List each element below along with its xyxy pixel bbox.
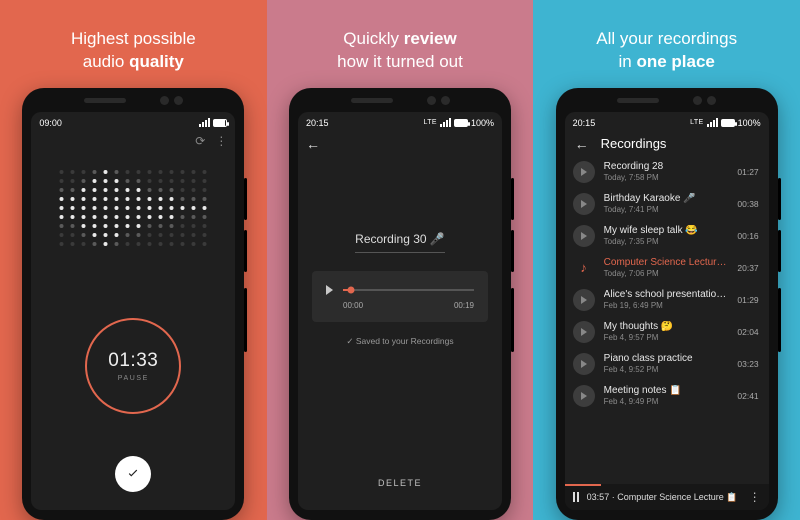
panel3-caption: All your recordings in one place [596,28,737,74]
pause-icon[interactable] [573,492,579,502]
battery-icon [454,119,468,127]
overflow-icon[interactable]: ⋮ [749,495,761,500]
list-item[interactable]: ♪ Computer Science Lecture 📋Today, 7:06 P… [565,252,769,284]
recording-subtitle: Today, 7:41 PM [604,205,729,214]
list-item[interactable]: Birthday Karaoke 🎤Today, 7:41 PM 00:38 [565,188,769,220]
screen-review: 20:15 LTE 100% ← Recording 30 🎤 [298,112,502,510]
play-icon[interactable] [573,385,595,407]
status-time: 09:00 [39,118,62,128]
record-timer-ring[interactable]: 01:33 PAUSE [85,318,181,414]
battery-icon [213,119,227,127]
recording-title: My thoughts 🤔 [604,321,729,332]
recording-duration: 00:38 [737,199,758,209]
recording-title: Recording 28 [604,161,729,172]
play-icon[interactable] [573,161,595,183]
status-bar: 20:15 LTE 100% [565,112,769,130]
play-icon[interactable] [573,225,595,247]
lte-label: LTE [690,119,704,126]
menu-icon[interactable]: ⋮ [215,134,227,148]
panel2-caption: Quickly review how it turned out [337,28,463,74]
phone-frame: 09:00 ⟳ ⋮ 01:33 PAUSE [22,88,244,520]
status-time: 20:15 [573,118,596,128]
recording-subtitle: Feb 4, 9:49 PM [604,397,729,406]
recording-subtitle: Today, 7:35 PM [604,237,729,246]
signal-icon [707,118,718,127]
recording-title: My wife sleep talk 😂 [604,225,729,236]
note-icon[interactable]: ♪ [573,257,595,279]
phone-frame: 20:15 LTE 100% ← Recording 30 🎤 [289,88,511,520]
recording-title: Meeting notes 📋 [604,385,729,396]
audio-player: 00:00 00:19 [312,271,488,322]
marketing-panel-1: Highest possible audio quality 09:00 ⟳ ⋮ [0,0,267,520]
recording-subtitle: Feb 19, 6:49 PM [604,301,729,310]
recording-title: Piano class practice [604,353,729,364]
stop-button[interactable] [115,456,151,492]
screen-recorder: 09:00 ⟳ ⋮ 01:33 PAUSE [31,112,235,510]
battery-pct: 100% [738,118,761,128]
marketing-panel-3: All your recordings in one place 20:15 L… [533,0,800,520]
list-item[interactable]: Meeting notes 📋Feb 4, 9:49 PM 02:41 [565,380,769,412]
recording-duration: 00:16 [737,231,758,241]
elapsed-time: 01:33 [108,350,158,372]
status-bar: 09:00 [31,112,235,130]
recording-duration: 20:37 [737,263,758,273]
list-item[interactable]: My thoughts 🤔Feb 4, 9:57 PM 02:04 [565,316,769,348]
repeat-icon[interactable]: ⟳ [195,134,205,148]
saved-confirmation: ✓ Saved to your Recordings [298,336,502,347]
play-icon[interactable] [573,353,595,375]
play-icon[interactable] [573,193,595,215]
recording-duration: 02:04 [737,327,758,337]
recording-title: Birthday Karaoke 🎤 [604,193,729,204]
lte-label: LTE [423,119,437,126]
battery-icon [721,119,735,127]
panel1-caption: Highest possible audio quality [71,28,196,74]
playback-pos: 00:00 [343,301,363,310]
recording-duration: 01:29 [737,295,758,305]
list-item[interactable]: Piano class practiceFeb 4, 9:52 PM 03:23 [565,348,769,380]
recording-title: Alice's school presentation ❤️ [604,289,729,300]
back-icon[interactable]: ← [575,136,589,152]
phone-frame: 20:15 LTE 100% ← Recordings Recording 28… [556,88,778,520]
recording-subtitle: Today, 7:06 PM [604,269,729,278]
play-icon[interactable] [573,321,595,343]
playback-dur: 00:19 [454,301,474,310]
now-playing-bar[interactable]: 03:57 · Computer Science Lecture 📋 ⋮ [565,484,769,510]
list-item[interactable]: Alice's school presentation ❤️Feb 19, 6:… [565,284,769,316]
list-item[interactable]: Recording 28Today, 7:58 PM 01:27 [565,156,769,188]
pause-label: PAUSE [118,375,149,382]
play-icon[interactable] [573,289,595,311]
recording-duration: 03:23 [737,359,758,369]
recording-subtitle: Today, 7:58 PM [604,173,729,182]
screen-library: 20:15 LTE 100% ← Recordings Recording 28… [565,112,769,510]
recording-duration: 01:27 [737,167,758,177]
status-bar: 20:15 LTE 100% [298,112,502,130]
seek-slider[interactable] [343,289,474,291]
recording-subtitle: Feb 4, 9:52 PM [604,365,729,374]
now-playing-title: 03:57 · Computer Science Lecture 📋 [587,492,741,503]
delete-button[interactable]: DELETE [378,478,422,488]
recording-subtitle: Feb 4, 9:57 PM [604,333,729,342]
recording-duration: 02:41 [737,391,758,401]
signal-icon [440,118,451,127]
recording-title: Computer Science Lecture 📋 [604,257,729,268]
battery-pct: 100% [471,118,494,128]
status-time: 20:15 [306,118,329,128]
back-icon[interactable]: ← [306,136,320,152]
recordings-list[interactable]: Recording 28Today, 7:58 PM 01:27 Birthday … [565,156,769,484]
signal-icon [199,118,210,127]
list-item[interactable]: My wife sleep talk 😂Today, 7:35 PM 00:16 [565,220,769,252]
play-icon[interactable] [326,285,333,295]
page-title: Recordings [601,136,667,151]
marketing-panel-2: Quickly review how it turned out 20:15 L… [267,0,534,520]
now-playing-progress [565,484,602,486]
audio-visualizer [60,166,207,250]
recording-title-input[interactable]: Recording 30 🎤 [355,232,445,253]
